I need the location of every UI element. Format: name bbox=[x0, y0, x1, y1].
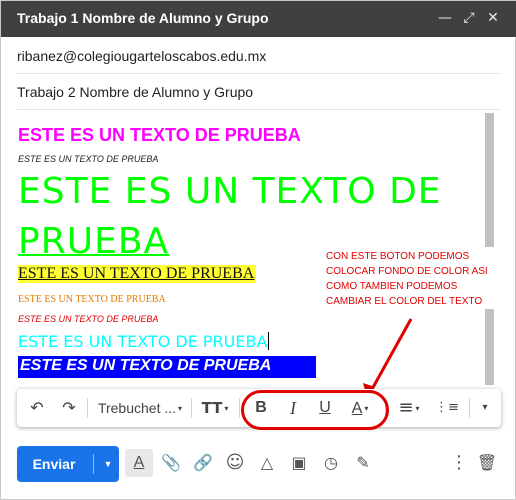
align-button[interactable]: ≡ ▾ bbox=[391, 389, 427, 427]
attach-icon[interactable]: 📎 bbox=[157, 449, 185, 477]
send-label: Enviar bbox=[32, 456, 76, 472]
toolbar-divider bbox=[469, 398, 470, 418]
link-icon[interactable]: 🔗 bbox=[189, 449, 217, 477]
photo-icon[interactable]: ▣ bbox=[285, 449, 313, 477]
chevron-down-icon: ▾ bbox=[415, 404, 420, 413]
delete-icon[interactable]: 🗑 bbox=[473, 449, 501, 477]
align-icon: ≡ bbox=[398, 397, 414, 418]
redo-icon[interactable]: ↷ bbox=[55, 389, 83, 427]
text-size-icon: TT bbox=[201, 399, 223, 417]
numbered-list-icon[interactable]: ⋮≡ bbox=[433, 389, 461, 427]
more-options-icon[interactable]: ⋮ bbox=[445, 449, 473, 477]
font-family-select[interactable]: Trebuchet ... ▾ bbox=[91, 389, 189, 427]
toolbar-divider bbox=[239, 398, 240, 418]
chevron-down-icon: ▾ bbox=[224, 404, 229, 413]
chevron-down-icon: ▾ bbox=[178, 404, 183, 413]
font-family-label: Trebuchet ... bbox=[97, 400, 177, 416]
undo-icon[interactable]: ↶ bbox=[23, 389, 51, 427]
send-button[interactable]: Enviar ▼ bbox=[17, 446, 119, 482]
toolbar-divider bbox=[87, 398, 88, 418]
toolbar-divider bbox=[191, 398, 192, 418]
more-formatting-icon[interactable]: ▾ bbox=[473, 389, 497, 427]
emoji-icon[interactable]: ☺ bbox=[221, 449, 249, 477]
drive-icon[interactable]: △ bbox=[253, 449, 281, 477]
formatting-options-icon[interactable]: A bbox=[125, 449, 153, 477]
confidential-mode-icon[interactable]: ◷ bbox=[317, 449, 345, 477]
compose-window: Trabajo 1 Nombre de Alumno y Grupo — ⤢ ✕… bbox=[0, 0, 516, 500]
send-divider bbox=[93, 454, 94, 474]
signature-icon[interactable]: ✎ bbox=[349, 449, 377, 477]
annotation-highlight bbox=[241, 390, 389, 430]
font-size-button[interactable]: TT ▾ bbox=[195, 389, 235, 427]
send-options-icon[interactable]: ▼ bbox=[97, 446, 119, 482]
